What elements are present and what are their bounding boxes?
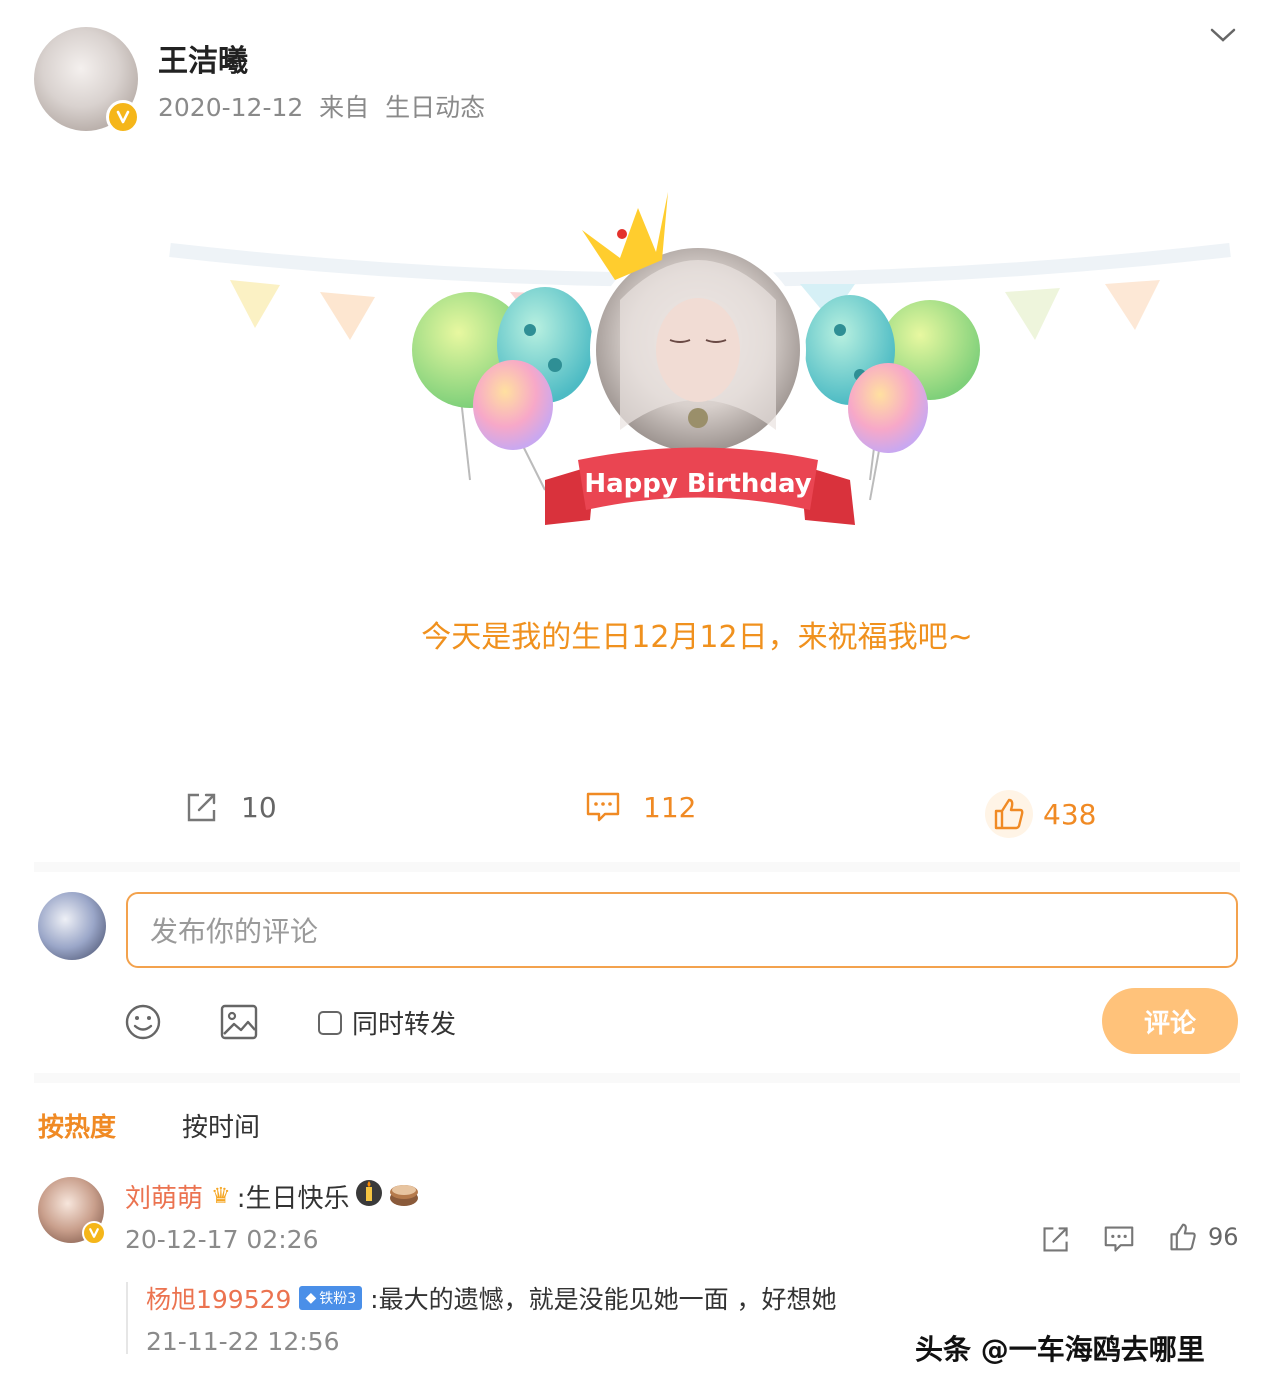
comment-count: 112 xyxy=(643,790,697,824)
comment-thumbs-up-icon xyxy=(1170,1223,1196,1251)
also-repost-label: 同时转发 xyxy=(352,1010,457,1040)
comment-input-placeholder: 发布你的评论 xyxy=(150,915,319,948)
candle-emoji-icon xyxy=(354,1178,384,1215)
thumbs-up-icon xyxy=(994,798,1024,830)
comment-repost-icon[interactable] xyxy=(1040,1224,1072,1258)
reply-time: 21-11-22 12:56 xyxy=(146,1327,340,1356)
comment-button[interactable]: 112 xyxy=(585,790,696,824)
repost-count: 10 xyxy=(241,790,277,824)
fan-crown-icon: ♛ xyxy=(211,1184,231,1209)
like-button[interactable]: 438 xyxy=(985,790,1096,838)
birthday-card: Happy Birthday xyxy=(150,180,1250,550)
verified-badge-icon xyxy=(106,100,140,134)
emoji-icon[interactable] xyxy=(124,1003,162,1045)
comment-time: 20-12-17 02:26 xyxy=(125,1225,319,1254)
tab-sort-hot[interactable]: 按热度 xyxy=(38,1107,116,1144)
watermark: 头条 @一车海鸥去哪里 xyxy=(915,1333,1205,1366)
fan-badge-label: 铁粉3 xyxy=(319,1291,357,1307)
like-count: 438 xyxy=(1043,797,1097,831)
diamond-icon: ◆ xyxy=(305,1290,317,1306)
comment-like-count: 96 xyxy=(1208,1223,1239,1251)
banner-text: Happy Birthday xyxy=(584,469,811,499)
current-user-avatar[interactable] xyxy=(38,892,106,960)
comment-line: 刘萌萌 ♛ :生日快乐 xyxy=(125,1178,420,1215)
post-body: 今天是我的生日12月12日，来祝福我吧~ xyxy=(421,620,973,655)
section-divider xyxy=(34,862,1240,872)
image-icon[interactable] xyxy=(219,1003,259,1045)
commenter-verified-icon xyxy=(82,1221,106,1245)
author-name[interactable]: 王洁曦 xyxy=(158,36,248,80)
cake-emoji-icon xyxy=(388,1178,420,1215)
reply-text: :最大的遗憾，就是没能见她一面 ，好想她 xyxy=(370,1285,837,1314)
comment-input[interactable]: 发布你的评论 xyxy=(126,892,1238,968)
submit-comment-button[interactable]: 评论 xyxy=(1102,988,1238,1054)
reply-thread-line xyxy=(126,1282,128,1354)
repost-icon xyxy=(187,793,216,822)
chevron-down-icon[interactable] xyxy=(1208,22,1238,50)
also-repost-checkbox[interactable] xyxy=(318,1010,342,1035)
comment-text: :生日快乐 xyxy=(236,1184,350,1214)
repost-button[interactable]: 10 xyxy=(185,790,277,824)
commenter-name[interactable]: 刘萌萌 xyxy=(125,1178,203,1215)
also-repost-toggle[interactable]: 同时转发 xyxy=(318,1004,456,1041)
tab-sort-time[interactable]: 按时间 xyxy=(182,1107,260,1144)
reply-user-name[interactable]: 杨旭199529 xyxy=(146,1280,291,1316)
comment-icon xyxy=(586,792,620,822)
section-divider-2 xyxy=(34,1073,1240,1083)
post-meta: 2020-12-12 来自 生日动态 xyxy=(158,93,486,122)
comment-like-button[interactable]: 96 xyxy=(1168,1222,1239,1252)
comment-reply-icon[interactable] xyxy=(1103,1224,1135,1258)
fan-badge: ◆ 铁粉3 xyxy=(299,1286,363,1310)
reply-line: 杨旭199529 ◆ 铁粉3 :最大的遗憾，就是没能见她一面 ，好想她 xyxy=(146,1280,837,1316)
